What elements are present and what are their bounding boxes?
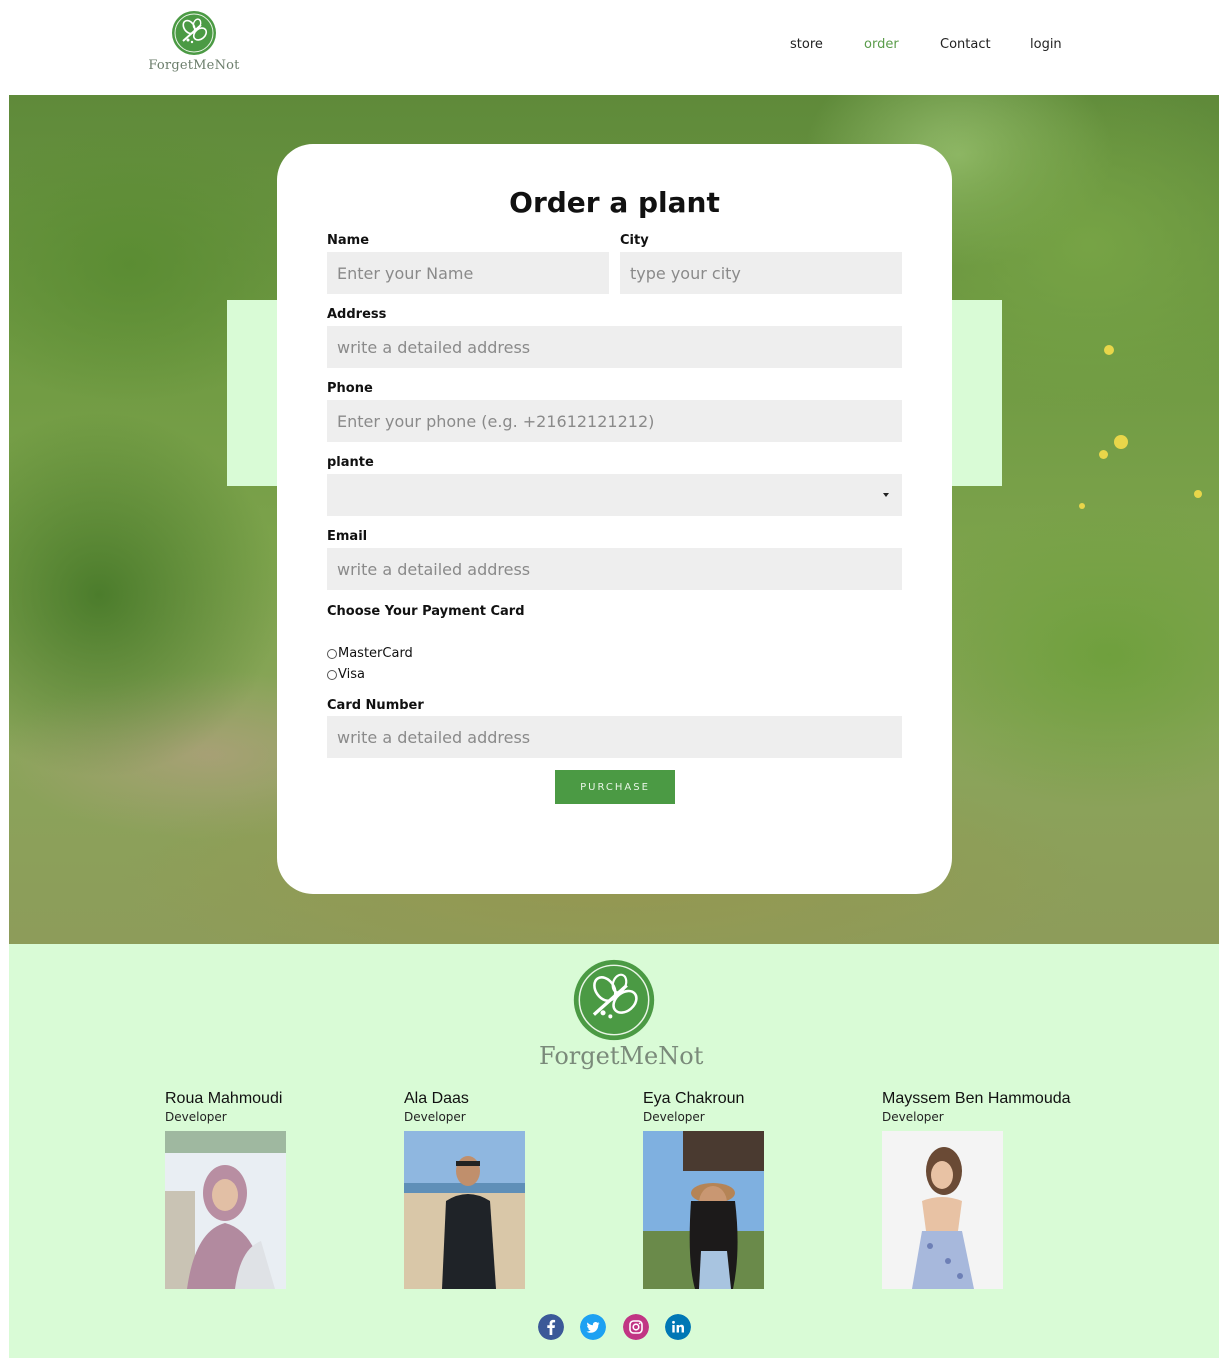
site-header: ForgetMeNot store order Contact login	[0, 0, 1219, 95]
phone-label: Phone	[327, 381, 373, 396]
site-footer: ForgetMeNot Roua Mahmoudi Developer Ala …	[9, 944, 1219, 1358]
nav-item-order[interactable]: order	[864, 37, 899, 52]
address-input[interactable]	[327, 326, 902, 368]
address-label: Address	[327, 307, 387, 322]
nav-item-login[interactable]: login	[1030, 37, 1062, 52]
linkedin-icon[interactable]	[665, 1314, 691, 1340]
flower-decoration	[1104, 345, 1114, 355]
flower-decoration	[1194, 490, 1202, 498]
card-number-label: Card Number	[327, 698, 424, 713]
mastercard-radio[interactable]	[327, 648, 337, 659]
member-name: Eya Chakroun	[643, 1090, 745, 1107]
purchase-button[interactable]: PURCHASE	[555, 770, 675, 804]
member-photo	[643, 1131, 764, 1289]
payment-option-mastercard[interactable]: MasterCard	[327, 646, 413, 661]
leaf-logo-icon	[573, 959, 655, 1041]
member-role: Developer	[165, 1110, 227, 1124]
twitter-icon[interactable]	[580, 1314, 606, 1340]
email-label: Email	[327, 529, 368, 544]
logo-text: ForgetMeNot	[148, 58, 240, 73]
city-input[interactable]	[620, 252, 902, 294]
flower-decoration	[1114, 435, 1128, 449]
team-member: Ala Daas Developer	[404, 1090, 469, 1124]
nav-item-contact[interactable]: Contact	[940, 37, 991, 52]
member-photo-image	[404, 1131, 525, 1289]
member-photo-image	[165, 1131, 286, 1289]
order-form: Order a plant Name City Address Phone pl…	[277, 144, 952, 894]
member-photo	[404, 1131, 525, 1289]
member-role: Developer	[404, 1110, 466, 1124]
member-name: Roua Mahmoudi	[165, 1090, 283, 1107]
member-name: Ala Daas	[404, 1090, 469, 1107]
member-photo-image	[882, 1131, 1003, 1289]
team-member: Roua Mahmoudi Developer	[165, 1090, 282, 1124]
email-input[interactable]	[327, 548, 902, 590]
flower-decoration	[1079, 503, 1085, 509]
name-label: Name	[327, 233, 370, 248]
main-nav: store order Contact login	[0, 37, 1219, 57]
visa-label: Visa	[338, 667, 365, 682]
plante-select[interactable]	[327, 474, 902, 516]
member-photo	[882, 1131, 1003, 1289]
phone-input[interactable]	[327, 400, 902, 442]
member-name: Mayssem Ben Hammouda	[882, 1090, 1071, 1107]
member-role: Developer	[882, 1110, 944, 1124]
name-input[interactable]	[327, 252, 609, 294]
member-photo-image	[643, 1131, 764, 1289]
mint-band-right	[950, 300, 1002, 486]
caret-down-icon	[883, 493, 889, 497]
footer-logo: ForgetMeNot	[539, 958, 704, 1070]
member-role: Developer	[643, 1110, 705, 1124]
footer-logo-text: ForgetMeNot	[539, 1042, 704, 1070]
instagram-icon[interactable]	[623, 1314, 649, 1340]
payment-option-visa[interactable]: Visa	[327, 667, 365, 682]
mastercard-label: MasterCard	[338, 646, 413, 661]
mint-band-left	[227, 300, 279, 486]
visa-radio[interactable]	[327, 669, 337, 680]
city-label: City	[620, 233, 649, 248]
card-number-input[interactable]	[327, 716, 902, 758]
plante-label: plante	[327, 455, 374, 470]
flower-decoration	[1099, 450, 1108, 459]
nav-item-store[interactable]: store	[790, 37, 823, 52]
member-photo	[165, 1131, 286, 1289]
form-title: Order a plant	[509, 186, 720, 219]
team-member: Mayssem Ben Hammouda Developer	[882, 1090, 1071, 1124]
social-links	[9, 1314, 1219, 1342]
facebook-icon[interactable]	[538, 1314, 564, 1340]
team-member: Eya Chakroun Developer	[643, 1090, 744, 1124]
payment-label: Choose Your Payment Card	[327, 604, 525, 619]
